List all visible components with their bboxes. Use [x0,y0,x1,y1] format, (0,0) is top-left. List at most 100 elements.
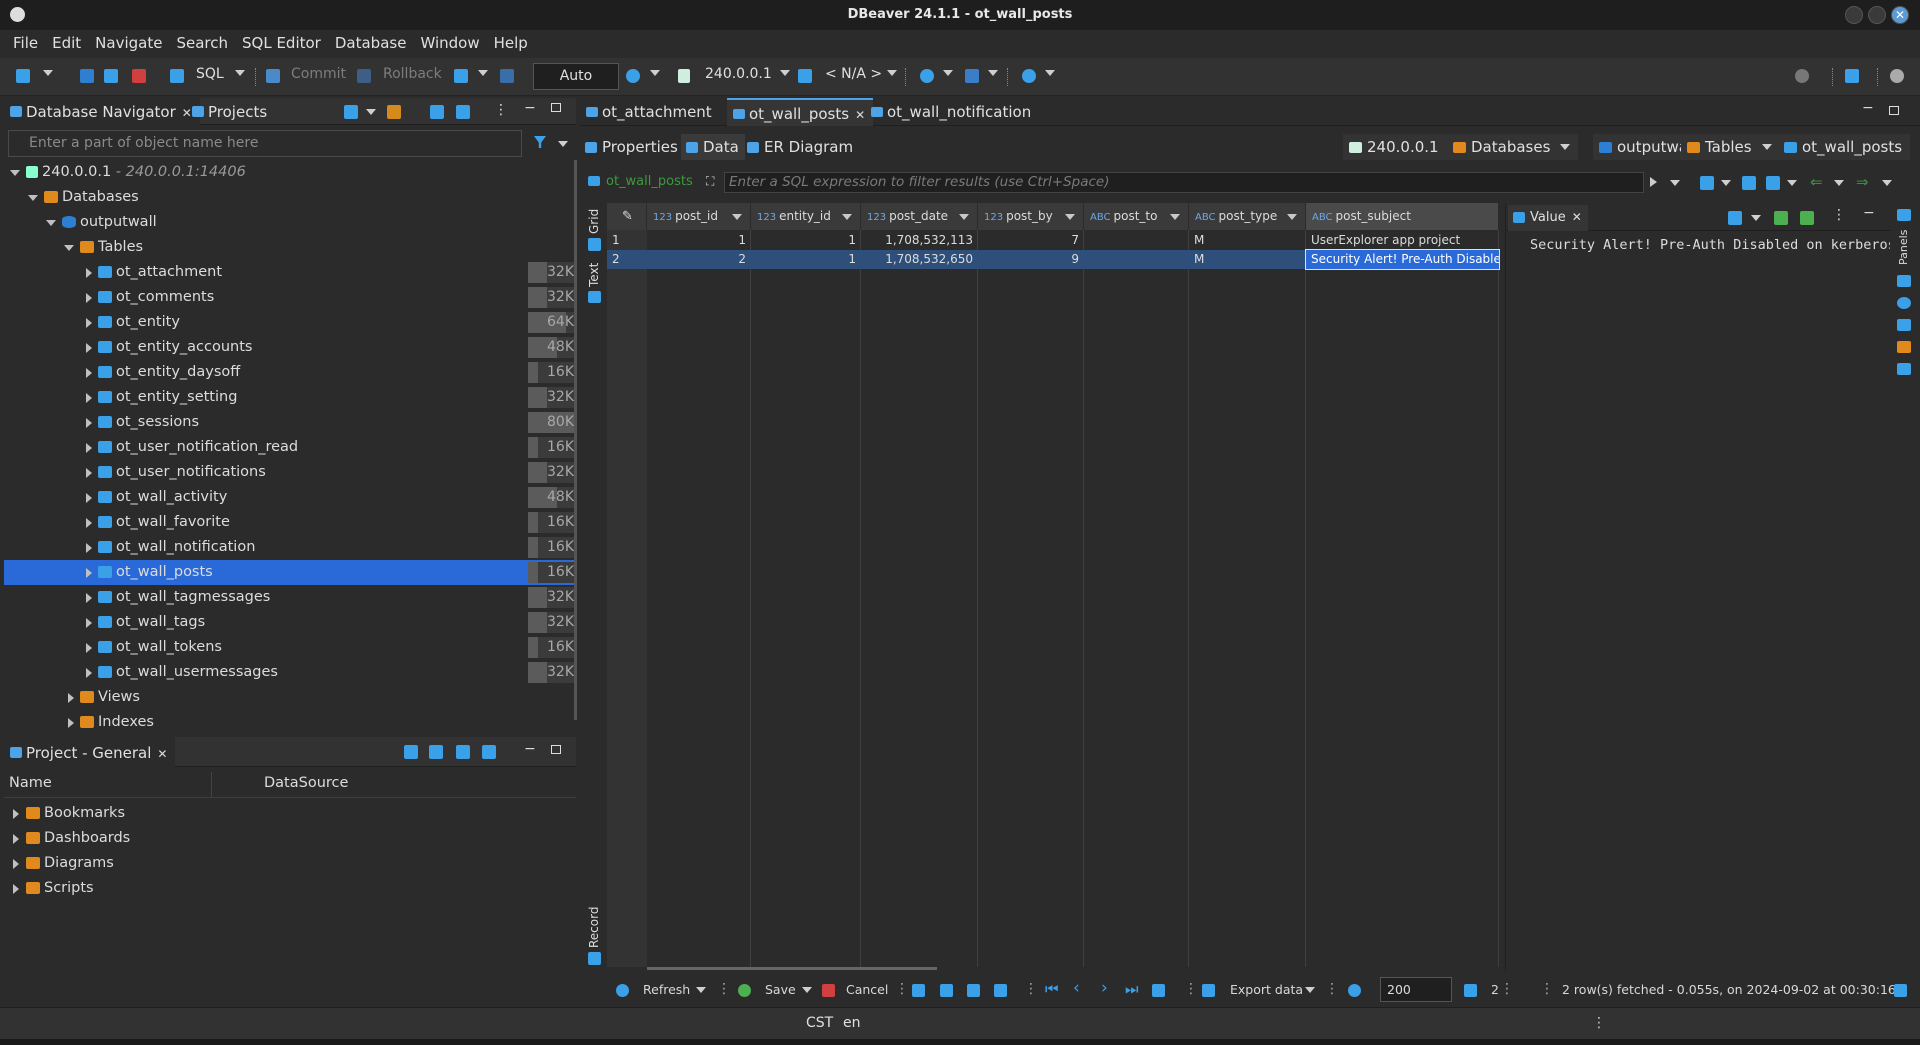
expand-arrow-icon[interactable] [86,343,92,353]
expand-arrow-icon[interactable] [10,170,20,176]
disconnect-icon[interactable] [132,69,146,83]
column-header-post-date[interactable]: 123 post_date [861,203,978,230]
menu-database[interactable]: Database [328,30,414,52]
commit-icon[interactable] [266,69,280,83]
grid-cell-post-to[interactable] [1084,250,1189,269]
panel-2-icon[interactable] [1897,297,1911,309]
breadcrumb-connection[interactable]: 240.0.0.1 [1343,134,1447,160]
column-name-header[interactable]: Name [9,775,52,791]
collapse-all-icon[interactable] [430,105,444,119]
expand-arrow-icon[interactable] [86,593,92,603]
grid-cell-post-id[interactable]: 1 [647,231,751,250]
breadcrumb-databases[interactable]: Databases [1447,134,1579,160]
fetch-size-input[interactable]: 200 [1380,977,1452,1002]
back-arrow-icon[interactable]: ⇐ [1810,173,1823,191]
maximize-panel-icon[interactable] [551,103,561,112]
tree-table-item[interactable]: ot_wall_posts 16K [4,560,576,585]
navigator-scrollbar[interactable] [574,160,577,720]
status-menu-icon[interactable]: ⋮ [1592,1015,1606,1031]
grid-cell-post-date[interactable]: 1,708,532,113 [861,231,978,250]
tree-table-item[interactable]: ot_entity_accounts 48K [4,335,576,360]
column-header-post-id[interactable]: 123 post_id [647,203,751,230]
project-action-2-icon[interactable] [429,745,443,759]
filter-icon[interactable] [534,136,546,148]
expand-arrow-icon[interactable] [13,809,19,819]
grid-cell-post-subject[interactable]: UserExplorer app project [1306,231,1499,250]
expand-arrow-icon[interactable] [86,668,92,678]
maximize-button[interactable] [1868,6,1886,24]
close-icon[interactable]: ✕ [157,747,167,761]
tree-table-item[interactable]: ot_wall_activity 48K [4,485,576,510]
expand-arrow-icon[interactable] [86,393,92,403]
tree-table-item[interactable]: ot_wall_usermessages 32K [4,660,576,685]
menu-edit[interactable]: Edit [45,30,88,52]
expand-filter-icon[interactable]: ⛶ [706,174,714,189]
panel-1-icon[interactable] [1897,275,1911,287]
expand-arrow-icon[interactable] [86,568,92,578]
link-dropdown-icon[interactable] [366,109,376,115]
maximize-panel-icon[interactable] [551,745,561,754]
menu-help[interactable]: Help [487,30,535,52]
expand-arrow-icon[interactable] [86,493,92,503]
tab-er-diagram[interactable]: ER Diagram [742,134,859,160]
tree-table-item[interactable]: ot_wall_favorite 16K [4,510,576,535]
project-action-1-icon[interactable] [404,745,418,759]
locale-indicator[interactable]: en [843,1015,861,1031]
content-viewer-dropdown-icon[interactable] [1751,215,1761,221]
edit-row-icon[interactable] [912,984,925,997]
tree-views-folder[interactable]: Views [4,685,574,710]
breadcrumb-ot-wall-posts[interactable]: ot_wall_posts [1778,134,1911,160]
grid-cell-post-date[interactable]: 1,708,532,650 [861,250,978,269]
expand-arrow-icon[interactable] [86,318,92,328]
table-row[interactable]: 1 1 1 1,708,532,113 7 M UserExplorer app proje… [607,231,1500,250]
close-icon[interactable]: ✕ [855,108,865,122]
reconnect-icon[interactable] [104,69,118,83]
minimize-button[interactable] [1845,6,1863,24]
fetch-all-icon[interactable] [1152,984,1165,997]
breadcrumb-tables[interactable]: Tables [1681,134,1780,160]
column-filter-dropdown-icon[interactable] [1065,214,1075,220]
menu-sql-editor[interactable]: SQL Editor [235,30,328,52]
grid-cell-post-by[interactable]: 7 [978,231,1084,250]
tab-ot-attachment[interactable]: ot_attachment [580,98,720,126]
cancel-button[interactable]: Cancel [846,982,888,997]
expand-arrow-icon[interactable] [86,518,92,528]
tree-databases-folder[interactable]: Databases [4,185,574,210]
tree-table-item[interactable]: ot_user_notification_read 16K [4,435,576,460]
grid-cell-post-subject[interactable]: Security Alert! Pre-Auth Disabled o [1305,249,1500,270]
save-to-file-icon[interactable] [1774,211,1788,225]
tab-project-general[interactable]: Project - General ✕ [4,737,176,767]
project-action-3-icon[interactable] [456,745,470,759]
new-folder-icon[interactable] [387,105,401,119]
tree-connection[interactable]: 240.0.0.1 - 240.0.0.1:14406 [4,160,574,185]
next-page-icon[interactable]: › [1101,978,1108,998]
tree-table-item[interactable]: ot_comments 32K [4,285,576,310]
previous-page-icon[interactable]: ‹ [1073,978,1080,998]
tab-properties[interactable]: Properties [580,134,684,160]
export-dropdown-icon[interactable] [1305,987,1315,993]
value-menu-icon[interactable]: ⋮ [1832,207,1846,223]
transaction-mode-icon[interactable] [454,69,468,83]
grid-cell-entity-id[interactable]: 1 [751,250,861,269]
column-filter-dropdown-icon[interactable] [732,214,742,220]
minimize-panel-icon[interactable]: − [524,741,536,757]
clear-filter-icon[interactable] [1700,176,1714,190]
export-icon[interactable] [1202,984,1215,997]
expand-arrow-icon[interactable] [86,368,92,378]
transaction-mode-dropdown-icon[interactable] [478,70,488,76]
panels-toggle[interactable]: Panels [1897,230,1910,265]
back-dropdown-icon[interactable] [1834,180,1844,186]
save-icon[interactable] [738,984,751,997]
row-number[interactable]: 1 [607,231,647,250]
project-item-scripts[interactable]: Scripts [4,876,574,901]
lock-icon[interactable] [500,69,514,83]
column-header-post-subject[interactable]: ABC post_subject [1306,203,1499,230]
new-connection-icon[interactable] [16,69,30,83]
expand-arrow-icon[interactable] [13,834,19,844]
expand-arrow-icon[interactable] [28,195,38,201]
project-item-dashboards[interactable]: Dashboards [4,826,574,851]
menu-navigate[interactable]: Navigate [88,30,169,52]
cancel-icon[interactable] [822,984,835,997]
tree-table-item[interactable]: ot_attachment 32K [4,260,576,285]
rollback-button[interactable]: Rollback [383,66,442,82]
